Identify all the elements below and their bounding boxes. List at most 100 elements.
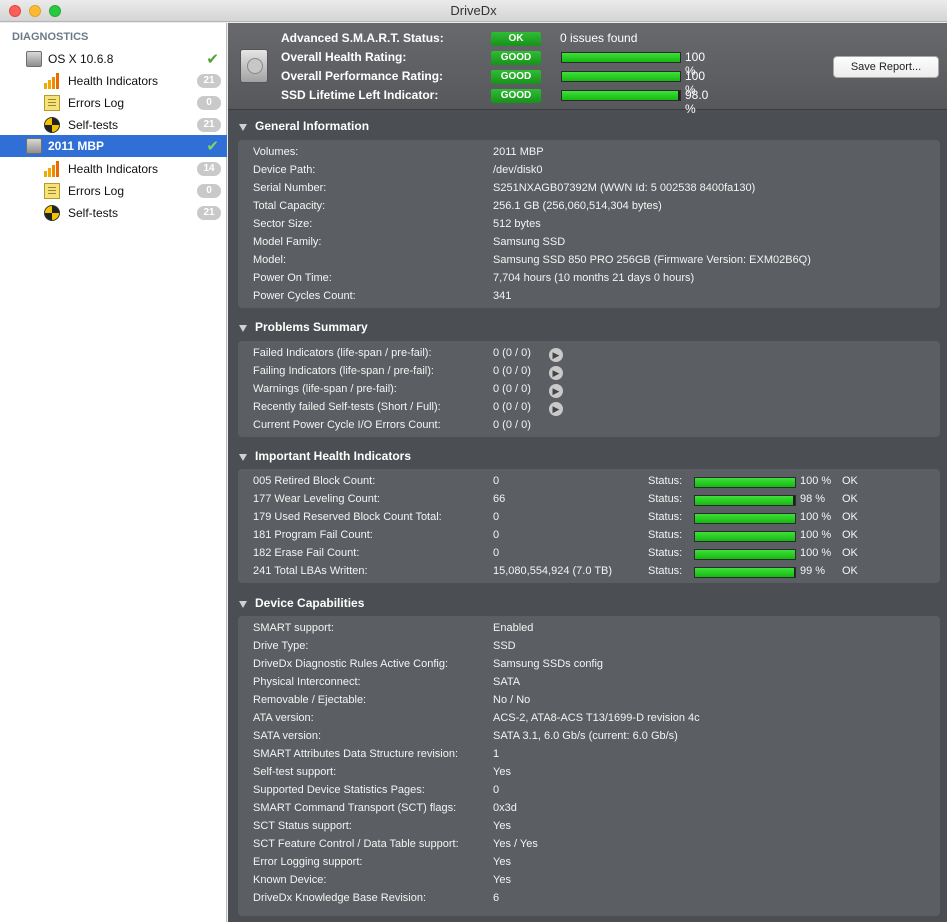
progress-bar: [694, 495, 796, 506]
info-key: Power Cycles Count:: [253, 290, 356, 302]
info-value: Samsung SSDs config: [493, 658, 604, 670]
details-arrow-button[interactable]: ▶: [549, 348, 563, 362]
status-label: Advanced S.M.A.R.T. Status:: [281, 31, 444, 45]
status-info: 0 issues found: [560, 31, 638, 45]
info-key: SATA version:: [253, 730, 322, 742]
sidebar-item-self-tests[interactable]: Self-tests 21: [0, 114, 227, 136]
sidebar-item-health-indicators[interactable]: Health Indicators 21: [0, 70, 227, 92]
section-title-problems[interactable]: Problems Summary: [255, 320, 368, 334]
info-row: ATA version: ACS-2, ATA8-ACS T13/1699-D r…: [253, 712, 933, 728]
info-value: 0: [493, 511, 500, 523]
checkmark-icon: ✔: [206, 51, 219, 68]
general-info-panel: Volumes: 2011 MBP Device Path: /dev/disk0 Se…: [238, 140, 940, 308]
close-window-button[interactable]: [9, 5, 21, 17]
info-key: Current Power Cycle I/O Errors Count:: [253, 419, 441, 431]
info-value: 256.1 GB (256,060,514,304 bytes): [493, 200, 662, 212]
info-row: Recently failed Self-tests (Short / Full…: [253, 401, 933, 417]
section-title-capabilities[interactable]: Device Capabilities: [255, 596, 364, 610]
info-value: S251NXAGB07392M (WWN Id: 5 002538 8400fa…: [493, 182, 756, 194]
disclosure-triangle-icon[interactable]: [239, 454, 247, 461]
progress-bar: [694, 513, 796, 524]
info-key: DriveDx Knowledge Base Revision:: [253, 892, 427, 904]
section-title-general[interactable]: General Information: [255, 119, 369, 133]
info-value: 2011 MBP: [493, 146, 544, 158]
status-badge: GOOD: [491, 51, 541, 65]
info-value: 0: [493, 475, 500, 487]
info-row: Device Path: /dev/disk0: [253, 164, 933, 180]
status-badge: OK: [491, 32, 541, 46]
percent-text: 98 %: [800, 493, 826, 505]
info-key: ATA version:: [253, 712, 314, 724]
info-value: SATA 3.1, 6.0 Gb/s (current: 6.0 Gb/s): [493, 730, 678, 742]
info-value: 0x3d: [493, 802, 517, 814]
zoom-window-button[interactable]: [49, 5, 61, 17]
log-document-icon: [44, 95, 60, 111]
sidebar-item-health-indicators[interactable]: Health Indicators 14: [0, 158, 227, 180]
main-content: Advanced S.M.A.R.T. Status: OK 0 issues …: [228, 23, 947, 922]
info-value: Yes: [493, 766, 511, 778]
details-arrow-button[interactable]: ▶: [549, 366, 563, 380]
disclosure-triangle-icon[interactable]: [239, 124, 247, 131]
details-arrow-button[interactable]: ▶: [549, 402, 563, 416]
disclosure-triangle-icon[interactable]: [239, 325, 247, 332]
progress-fill: [562, 53, 680, 62]
info-row: Model: Samsung SSD 850 PRO 256GB (Firmwar…: [253, 254, 933, 270]
info-row: Removable / Ejectable: No / No: [253, 694, 933, 710]
info-value: Yes / Yes: [493, 838, 538, 850]
info-key: 005 Retired Block Count:: [253, 475, 376, 487]
details-arrow-button[interactable]: ▶: [549, 384, 563, 398]
disclosure-triangle-icon[interactable]: [239, 601, 247, 608]
sidebar-item-label: Errors Log: [68, 184, 125, 198]
save-report-button[interactable]: Save Report...: [833, 56, 939, 78]
sidebar-disk-os-x[interactable]: OS X 10.6.8 ✔: [0, 48, 227, 70]
sidebar-item-errors-log[interactable]: Errors Log 0: [0, 92, 227, 114]
info-key: 182 Erase Fail Count:: [253, 547, 360, 559]
title-bar: DriveDx: [0, 0, 947, 22]
info-value: /dev/disk0: [493, 164, 543, 176]
info-row: Failed Indicators (life-span / pre-fail)…: [253, 347, 933, 363]
info-row: Supported Device Statistics Pages: 0: [253, 784, 933, 800]
info-value: 15,080,554,924 (7.0 TB): [493, 565, 613, 577]
info-row: 181 Program Fail Count: 0 Status: 100 % OK: [253, 529, 933, 545]
status-ok-text: OK: [842, 475, 858, 487]
checkmark-icon: ✔: [206, 138, 219, 155]
sidebar-item-self-tests[interactable]: Self-tests 21: [0, 202, 227, 224]
info-value: 0 (0 / 0): [493, 383, 531, 395]
info-row: Power Cycles Count: 341: [253, 290, 933, 306]
info-key: Physical Interconnect:: [253, 676, 361, 688]
status-header: Advanced S.M.A.R.T. Status: OK 0 issues …: [228, 23, 947, 116]
info-key: Failed Indicators (life-span / pre-fail)…: [253, 347, 432, 359]
sidebar-disk-2011-mbp[interactable]: 2011 MBP ✔: [0, 135, 227, 157]
info-key: SCT Status support:: [253, 820, 352, 832]
info-key: Error Logging support:: [253, 856, 363, 868]
progress-fill: [695, 478, 795, 487]
info-key: SMART Command Transport (SCT) flags:: [253, 802, 457, 814]
progress-fill: [695, 550, 795, 559]
info-value: Enabled: [493, 622, 534, 634]
info-row: SCT Feature Control / Data Table support…: [253, 838, 933, 854]
progress-bar: [694, 477, 796, 488]
device-capabilities-panel: SMART support: Enabled Drive Type: SSD Drive…: [238, 616, 940, 916]
info-row: Serial Number: S251NXAGB07392M (WWN Id: 5…: [253, 182, 933, 198]
info-row: Error Logging support: Yes: [253, 856, 933, 872]
minimize-window-button[interactable]: [29, 5, 41, 17]
info-row: 005 Retired Block Count: 0 Status: 100 % OK: [253, 475, 933, 491]
hard-disk-icon: [240, 49, 268, 83]
bar-chart-icon: [44, 73, 60, 89]
section-title-health[interactable]: Important Health Indicators: [255, 449, 411, 463]
info-value: 0 (0 / 0): [493, 347, 531, 359]
info-key: Serial Number:: [253, 182, 327, 194]
info-value: Yes: [493, 820, 511, 832]
progress-bar: [694, 567, 796, 578]
info-row: Warnings (life-span / pre-fail): 0 (0 / 0…: [253, 383, 933, 399]
info-row: Failing Indicators (life-span / pre-fail…: [253, 365, 933, 381]
progress-bar: [561, 90, 681, 101]
sidebar-item-errors-log[interactable]: Errors Log 0: [0, 180, 227, 202]
percent-text: 100 %: [800, 511, 832, 523]
info-row: Self-test support: Yes: [253, 766, 933, 782]
info-key: DriveDx Diagnostic Rules Active Config:: [253, 658, 449, 670]
window-title: DriveDx: [450, 3, 497, 18]
info-value: Samsung SSD: [493, 236, 566, 248]
info-key: 179 Used Reserved Block Count Total:: [253, 511, 442, 523]
progress-fill: [695, 568, 794, 577]
